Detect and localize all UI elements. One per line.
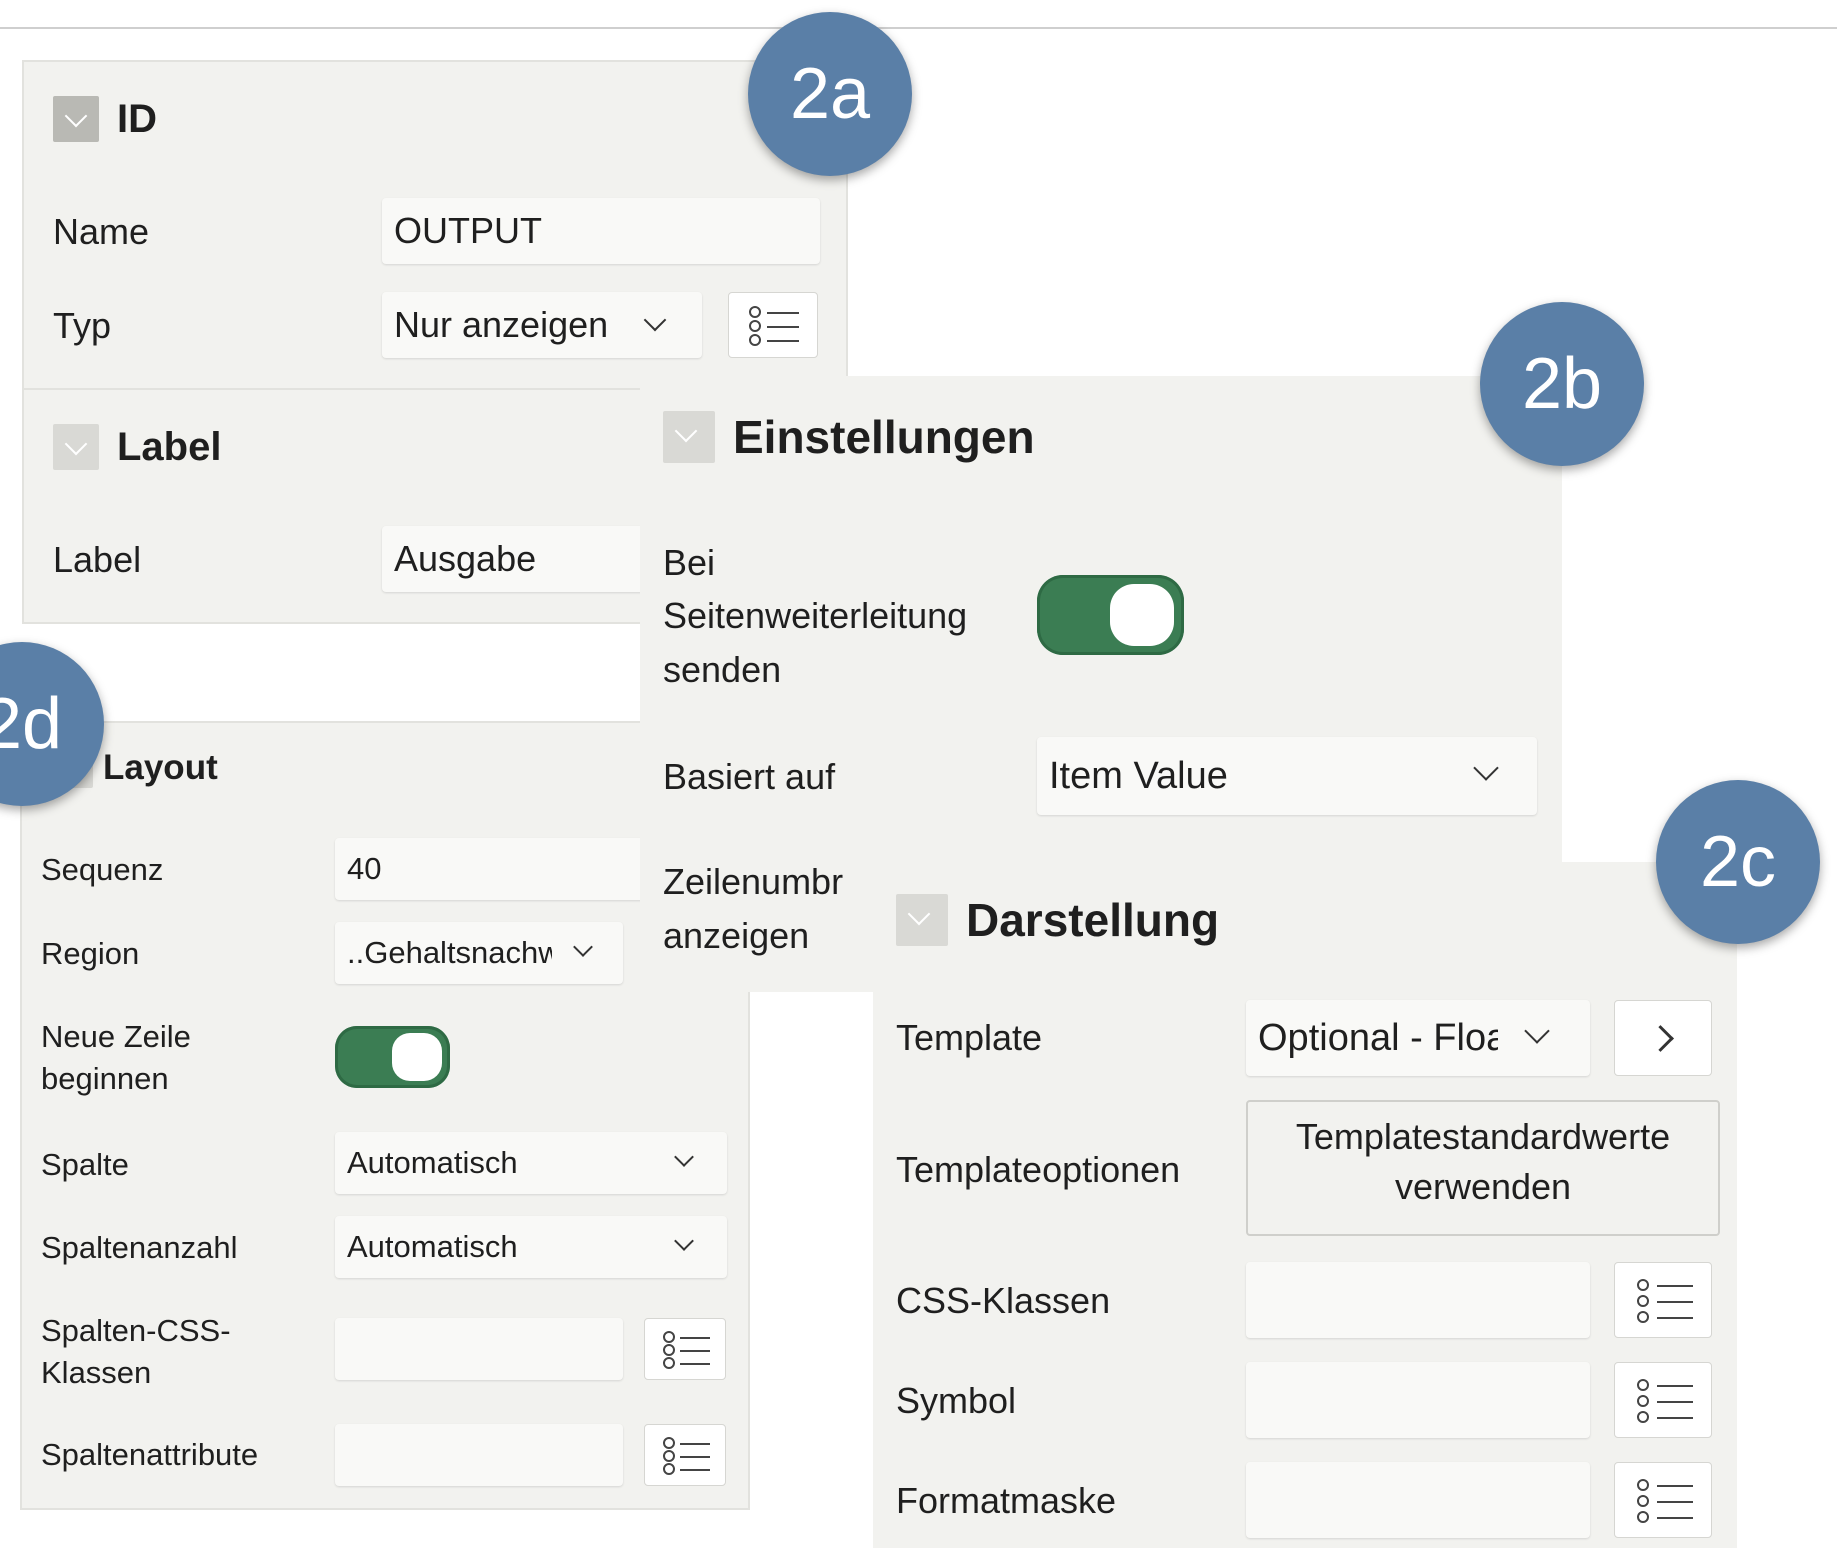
label-input-value: Ausgabe bbox=[394, 538, 537, 579]
column-span-select-value: Automatisch bbox=[347, 1229, 518, 1264]
format-mask-list-button[interactable] bbox=[1614, 1462, 1712, 1538]
column-label: Spalte bbox=[41, 1147, 129, 1182]
region-select-value: ..Gehaltsnachw bbox=[347, 935, 552, 970]
type-label: Typ bbox=[53, 305, 112, 346]
appearance-section-header[interactable]: Darstellung bbox=[896, 893, 1219, 947]
column-attr-list-button[interactable] bbox=[644, 1424, 726, 1486]
type-select[interactable]: Nur anzeigen bbox=[382, 292, 702, 358]
collapse-chevron-icon[interactable] bbox=[896, 894, 948, 946]
type-list-button[interactable] bbox=[728, 292, 818, 358]
layout-section-title: Layout bbox=[103, 748, 218, 787]
template-select-value: Optional - Floa bbox=[1258, 1016, 1498, 1059]
chevron-down-icon bbox=[674, 1147, 694, 1167]
chevron-down-icon bbox=[643, 308, 667, 332]
chevron-down-icon bbox=[1524, 1018, 1550, 1044]
badge-2c: 2c bbox=[1656, 780, 1820, 944]
linebreak-label-line1: Zeilenumbr bbox=[663, 861, 844, 902]
chevron-down-icon bbox=[1473, 755, 1499, 781]
column-css-list-button[interactable] bbox=[644, 1318, 726, 1380]
template-options-button-line1: Templatestandardwerte bbox=[1295, 1116, 1671, 1157]
chevron-down-icon bbox=[674, 1231, 694, 1251]
settings-section-header[interactable]: Einstellungen bbox=[663, 410, 1035, 464]
template-options-button-line2: verwenden bbox=[1394, 1166, 1572, 1207]
based-on-select-value: Item Value bbox=[1049, 754, 1228, 797]
column-css-label-line2: Klassen bbox=[41, 1355, 152, 1390]
symbol-label: Symbol bbox=[896, 1380, 1017, 1421]
column-css-label-line1: Spalten-CSS- bbox=[41, 1313, 231, 1348]
template-select[interactable]: Optional - Floa bbox=[1246, 1000, 1590, 1076]
top-divider bbox=[0, 27, 1837, 29]
format-mask-label: Formatmaske bbox=[896, 1480, 1117, 1521]
symbol-input[interactable] bbox=[1246, 1362, 1590, 1438]
column-css-input[interactable] bbox=[335, 1318, 623, 1380]
css-classes-input[interactable] bbox=[1246, 1262, 1590, 1338]
sequence-input-value: 40 bbox=[347, 851, 382, 886]
template-next-button[interactable] bbox=[1614, 1000, 1712, 1076]
name-label: Name bbox=[53, 211, 150, 252]
label-field-label: Label bbox=[53, 539, 142, 580]
sequence-label: Sequenz bbox=[41, 852, 164, 887]
toggle-knob bbox=[1110, 584, 1174, 646]
settings-section-title: Einstellungen bbox=[733, 411, 1035, 463]
send-toggle[interactable] bbox=[1037, 575, 1184, 655]
name-input[interactable]: OUTPUT bbox=[382, 198, 820, 264]
based-on-label: Basiert auf bbox=[663, 756, 836, 797]
chevron-right-icon bbox=[1647, 1025, 1674, 1052]
new-row-toggle[interactable] bbox=[335, 1026, 450, 1088]
new-row-label-line1: Neue Zeile bbox=[41, 1019, 191, 1054]
format-mask-input[interactable] bbox=[1246, 1462, 1590, 1538]
sequence-input[interactable]: 40 bbox=[335, 838, 665, 900]
template-options-button[interactable]: Templatestandardwerte verwenden bbox=[1246, 1100, 1720, 1236]
label-section-header[interactable]: Label bbox=[53, 424, 221, 470]
label-input[interactable]: Ausgabe bbox=[382, 526, 682, 592]
badge-2a: 2a bbox=[748, 12, 912, 176]
name-input-value: OUTPUT bbox=[394, 210, 542, 251]
column-select[interactable]: Automatisch bbox=[335, 1132, 727, 1194]
column-span-label: Spaltenanzahl bbox=[41, 1230, 238, 1265]
collapse-chevron-icon[interactable] bbox=[53, 96, 99, 142]
send-label-line3: senden bbox=[663, 649, 782, 690]
based-on-select[interactable]: Item Value bbox=[1037, 737, 1537, 815]
collapse-chevron-icon[interactable] bbox=[53, 424, 99, 470]
new-row-label-line2: beginnen bbox=[41, 1061, 169, 1096]
symbol-list-button[interactable] bbox=[1614, 1362, 1712, 1438]
label-section-title: Label bbox=[117, 424, 222, 469]
send-label-line1: Bei bbox=[663, 542, 716, 583]
region-select[interactable]: ..Gehaltsnachw bbox=[335, 922, 623, 984]
region-label: Region bbox=[41, 936, 140, 971]
column-select-value: Automatisch bbox=[347, 1145, 518, 1180]
column-attr-label: Spaltenattribute bbox=[41, 1437, 259, 1472]
type-select-value: Nur anzeigen bbox=[394, 304, 609, 345]
template-options-label: Templateoptionen bbox=[896, 1149, 1181, 1190]
linebreak-label-line2: anzeigen bbox=[663, 915, 810, 956]
css-classes-list-button[interactable] bbox=[1614, 1262, 1712, 1338]
css-classes-label: CSS-Klassen bbox=[896, 1280, 1111, 1321]
id-section-header[interactable]: ID bbox=[53, 96, 157, 142]
chevron-down-icon bbox=[573, 937, 593, 957]
badge-2b: 2b bbox=[1480, 302, 1644, 466]
collapse-chevron-icon[interactable] bbox=[663, 411, 715, 463]
column-span-select[interactable]: Automatisch bbox=[335, 1216, 727, 1278]
template-label: Template bbox=[896, 1017, 1043, 1058]
toggle-knob bbox=[392, 1033, 442, 1081]
id-section-title: ID bbox=[117, 96, 157, 141]
column-attr-input[interactable] bbox=[335, 1424, 623, 1486]
appearance-section-title: Darstellung bbox=[966, 894, 1220, 946]
send-label-line2: Seitenweiterleitung bbox=[663, 595, 968, 636]
